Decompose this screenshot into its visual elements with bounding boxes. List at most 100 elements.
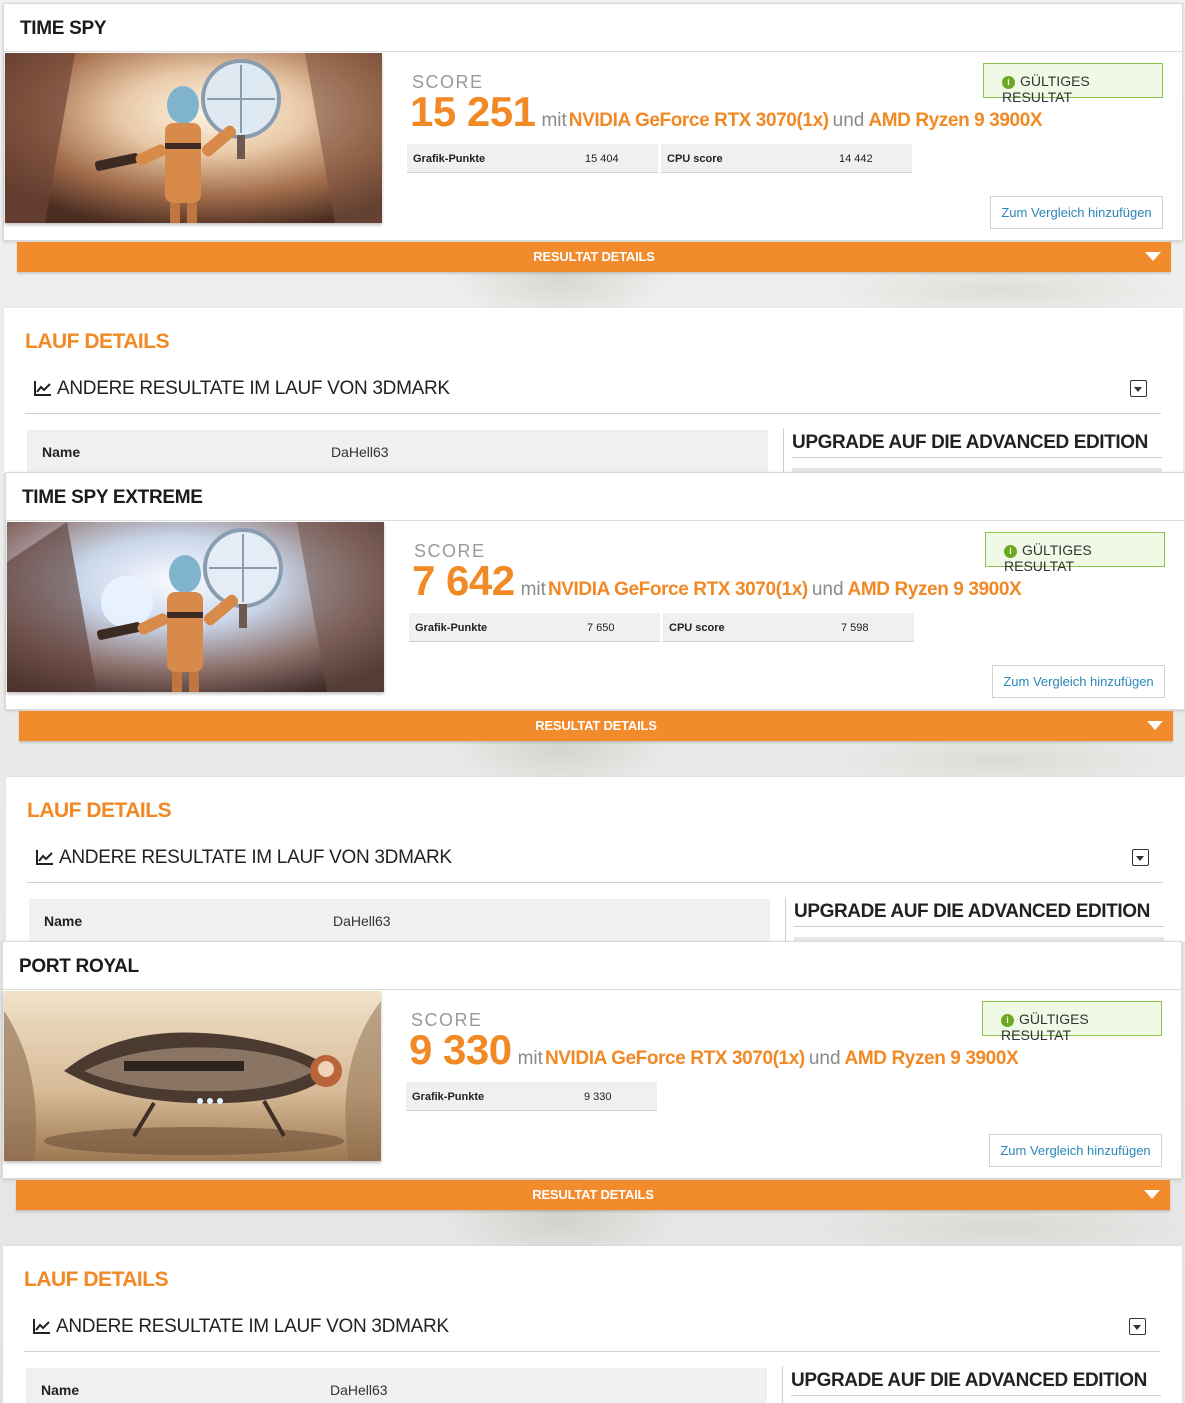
subscore-name: Grafik-Punkte (412, 1091, 485, 1103)
subscore-name: Grafik-Punkte (413, 153, 486, 165)
run-details-panel: LAUF DETAILS ANDERE RESULTATE IM LAUF VO… (3, 1246, 1182, 1403)
score-value: 9 330 (409, 1026, 512, 1073)
cpu-name: AMD Ryzen 9 3900X (844, 1048, 1019, 1069)
score-with-text: mit (520, 579, 546, 600)
subscore-value: 7 598 (841, 622, 869, 634)
benchmark-thumbnail (5, 53, 382, 223)
collapse-box-icon[interactable] (1129, 1318, 1146, 1335)
line-chart-icon (33, 1319, 50, 1334)
column-divider (783, 428, 784, 473)
info-circle-icon: i (1002, 76, 1015, 89)
subscore-value: 9 330 (584, 1091, 612, 1103)
valid-result-badge: i GÜLTIGES RESULTAT (983, 63, 1163, 105)
line-chart-icon (34, 381, 51, 396)
valid-result-badge: i GÜLTIGES RESULTAT (982, 1001, 1162, 1043)
cpu-name: AMD Ryzen 9 3900X (847, 579, 1022, 600)
subscore-graphics: Grafik-Punkte 15 404 (407, 144, 658, 173)
subscore-graphics: Grafik-Punkte 9 330 (406, 1082, 657, 1111)
other-results-row[interactable]: ANDERE RESULTATE IM LAUF VON 3DMARK (25, 372, 1161, 414)
cpu-name: AMD Ryzen 9 3900X (868, 110, 1043, 131)
result-details-label: RESULTAT DETAILS (533, 249, 655, 264)
benchmark-thumbnail (4, 991, 381, 1161)
result-details-toggle[interactable]: RESULTAT DETAILS (17, 242, 1171, 272)
subscore-name: Grafik-Punkte (415, 622, 488, 634)
score-value: 7 642 (412, 557, 515, 604)
run-details-panel: LAUF DETAILS ANDERE RESULTATE IM LAUF VO… (4, 308, 1183, 473)
name-value: DaHell63 (330, 1382, 388, 1398)
score-and-text: und (832, 110, 865, 131)
score-value: 15 251 (410, 88, 536, 135)
name-row: Name DaHell63 (29, 899, 770, 942)
subscore-name: CPU score (669, 622, 725, 634)
result-details-label: RESULTAT DETAILS (532, 1187, 654, 1202)
collapse-box-icon[interactable] (1132, 849, 1149, 866)
valid-result-badge: i GÜLTIGES RESULTAT (985, 532, 1165, 574)
subscore-cpu: CPU score 7 598 (663, 613, 914, 642)
benchmark-thumbnail (7, 522, 384, 692)
run-details-title: LAUF DETAILS (25, 330, 170, 353)
name-key: Name (41, 1382, 80, 1398)
benchmark-port-royal: PORT ROYAL SCORE 9 330 mit NVIDIA GeForc… (2, 941, 1182, 1403)
benchmark-time-spy-extreme: TIME SPY EXTREME SCORE 7 642 mit NVIDIA … (5, 472, 1185, 942)
score-and-text: und (811, 579, 844, 600)
run-details-title: LAUF DETAILS (27, 799, 172, 822)
gpu-name: NVIDIA GeForce RTX 3070(1x) (568, 110, 829, 131)
score-with-text: mit (517, 1048, 543, 1069)
subscore-value: 14 442 (839, 153, 873, 165)
run-details-panel: LAUF DETAILS ANDERE RESULTATE IM LAUF VO… (6, 777, 1185, 942)
subscores: Grafik-Punkte 9 330 (406, 1082, 657, 1111)
other-results-label: ANDERE RESULTATE IM LAUF VON 3DMARK (59, 847, 452, 868)
valid-result-label: GÜLTIGES RESULTAT (1001, 1011, 1089, 1043)
subscore-cpu: CPU score 14 442 (661, 144, 912, 173)
benchmark-title: TIME SPY EXTREME (6, 473, 1184, 521)
name-row: Name DaHell63 (27, 430, 768, 473)
result-card: PORT ROYAL SCORE 9 330 mit NVIDIA GeForc… (2, 941, 1182, 1179)
result-card: TIME SPY SCORE 15 251 mit NVIDIA GeForce… (3, 3, 1183, 241)
name-key: Name (42, 444, 81, 460)
upgrade-heading: UPGRADE AUF DIE ADVANCED EDITION (794, 901, 1164, 927)
score-line: 15 251 mit NVIDIA GeForce RTX 3070(1x) und A… (410, 88, 1043, 136)
benchmark-title: TIME SPY (4, 4, 1182, 52)
name-value: DaHell63 (331, 444, 389, 460)
name-key: Name (44, 913, 83, 929)
subscore-value: 7 650 (587, 622, 615, 634)
gpu-name: NVIDIA GeForce RTX 3070(1x) (547, 579, 808, 600)
upgrade-heading: UPGRADE AUF DIE ADVANCED EDITION (792, 432, 1162, 458)
info-circle-icon: i (1001, 1014, 1014, 1027)
subscores: Grafik-Punkte 7 650 CPU score 7 598 (409, 613, 914, 642)
score-line: 9 330 mit NVIDIA GeForce RTX 3070(1x) und AM… (409, 1026, 1019, 1074)
result-card: TIME SPY EXTREME SCORE 7 642 mit NVIDIA … (5, 472, 1185, 710)
result-details-toggle[interactable]: RESULTAT DETAILS (19, 711, 1173, 741)
column-divider (785, 897, 786, 942)
subscore-graphics: Grafik-Punkte 7 650 (409, 613, 660, 642)
add-to-compare-button[interactable]: Zum Vergleich hinzufügen (990, 196, 1163, 229)
benchmark-time-spy: TIME SPY SCORE 15 251 mit NVIDIA GeForce… (3, 3, 1183, 473)
run-details-title: LAUF DETAILS (24, 1268, 169, 1291)
add-to-compare-button[interactable]: Zum Vergleich hinzufügen (992, 665, 1165, 698)
name-row: Name DaHell63 (26, 1368, 767, 1403)
triangle-down-icon (1145, 252, 1161, 261)
valid-result-label: GÜLTIGES RESULTAT (1002, 73, 1090, 105)
score-line: 7 642 mit NVIDIA GeForce RTX 3070(1x) und AM… (412, 557, 1022, 605)
line-chart-icon (36, 850, 53, 865)
gpu-name: NVIDIA GeForce RTX 3070(1x) (544, 1048, 805, 1069)
other-results-label: ANDERE RESULTATE IM LAUF VON 3DMARK (56, 1316, 449, 1337)
result-details-label: RESULTAT DETAILS (535, 718, 657, 733)
name-value: DaHell63 (333, 913, 391, 929)
upgrade-heading: UPGRADE AUF DIE ADVANCED EDITION (791, 1370, 1161, 1396)
result-details-toggle[interactable]: RESULTAT DETAILS (16, 1180, 1170, 1210)
subscore-value: 15 404 (585, 153, 619, 165)
score-and-text: und (808, 1048, 841, 1069)
other-results-row[interactable]: ANDERE RESULTATE IM LAUF VON 3DMARK (24, 1310, 1160, 1352)
subscore-name: CPU score (667, 153, 723, 165)
subscores: Grafik-Punkte 15 404 CPU score 14 442 (407, 144, 912, 173)
valid-result-label: GÜLTIGES RESULTAT (1004, 542, 1092, 574)
score-with-text: mit (541, 110, 567, 131)
other-results-row[interactable]: ANDERE RESULTATE IM LAUF VON 3DMARK (27, 841, 1163, 883)
column-divider (782, 1366, 783, 1403)
other-results-label: ANDERE RESULTATE IM LAUF VON 3DMARK (57, 378, 450, 399)
triangle-down-icon (1147, 721, 1163, 730)
collapse-box-icon[interactable] (1130, 380, 1147, 397)
add-to-compare-button[interactable]: Zum Vergleich hinzufügen (989, 1134, 1162, 1167)
benchmark-title: PORT ROYAL (3, 942, 1181, 990)
